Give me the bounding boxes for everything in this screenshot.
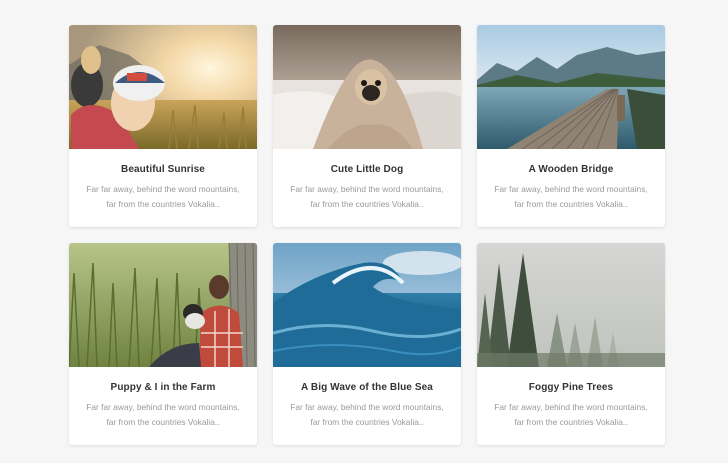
card-grid: Beautiful Sunrise Far far away, behind t… bbox=[69, 25, 665, 445]
card-a-wooden-bridge[interactable]: A Wooden Bridge Far far away, behind the… bbox=[477, 25, 665, 227]
man-with-puppy-in-grass-image bbox=[69, 243, 257, 367]
card-text: Far far away, behind the word mountains,… bbox=[290, 184, 444, 209]
card-title[interactable]: A Wooden Bridge bbox=[487, 163, 655, 176]
card-beautiful-sunrise[interactable]: Beautiful Sunrise Far far away, behind t… bbox=[69, 25, 257, 227]
card-title[interactable]: Foggy Pine Trees bbox=[487, 381, 655, 394]
card-title[interactable]: A Big Wave of the Blue Sea bbox=[283, 381, 451, 394]
card-text: Far far away, behind the word mountains,… bbox=[290, 402, 444, 427]
card-cute-little-dog[interactable]: Cute Little Dog Far far away, behind the… bbox=[273, 25, 461, 227]
sunrise-couple-image bbox=[69, 25, 257, 149]
card-text: Far far away, behind the word mountains,… bbox=[494, 402, 648, 427]
card-text: Far far away, behind the word mountains,… bbox=[86, 402, 240, 427]
card-title[interactable]: Beautiful Sunrise bbox=[79, 163, 247, 176]
card-puppy-and-i-in-the-farm[interactable]: Puppy & I in the Farm Far far away, behi… bbox=[69, 243, 257, 445]
card-foggy-pine-trees[interactable]: Foggy Pine Trees Far far away, behind th… bbox=[477, 243, 665, 445]
card-a-big-wave-of-the-blue-sea[interactable]: A Big Wave of the Blue Sea Far far away,… bbox=[273, 243, 461, 445]
foggy-forest-image bbox=[477, 243, 665, 367]
wooden-pier-lake-image bbox=[477, 25, 665, 149]
ocean-wave-image bbox=[273, 243, 461, 367]
card-text: Far far away, behind the word mountains,… bbox=[86, 184, 240, 209]
pug-in-blanket-image bbox=[273, 25, 461, 149]
card-title[interactable]: Cute Little Dog bbox=[283, 163, 451, 176]
card-text: Far far away, behind the word mountains,… bbox=[494, 184, 648, 209]
card-title[interactable]: Puppy & I in the Farm bbox=[79, 381, 247, 394]
